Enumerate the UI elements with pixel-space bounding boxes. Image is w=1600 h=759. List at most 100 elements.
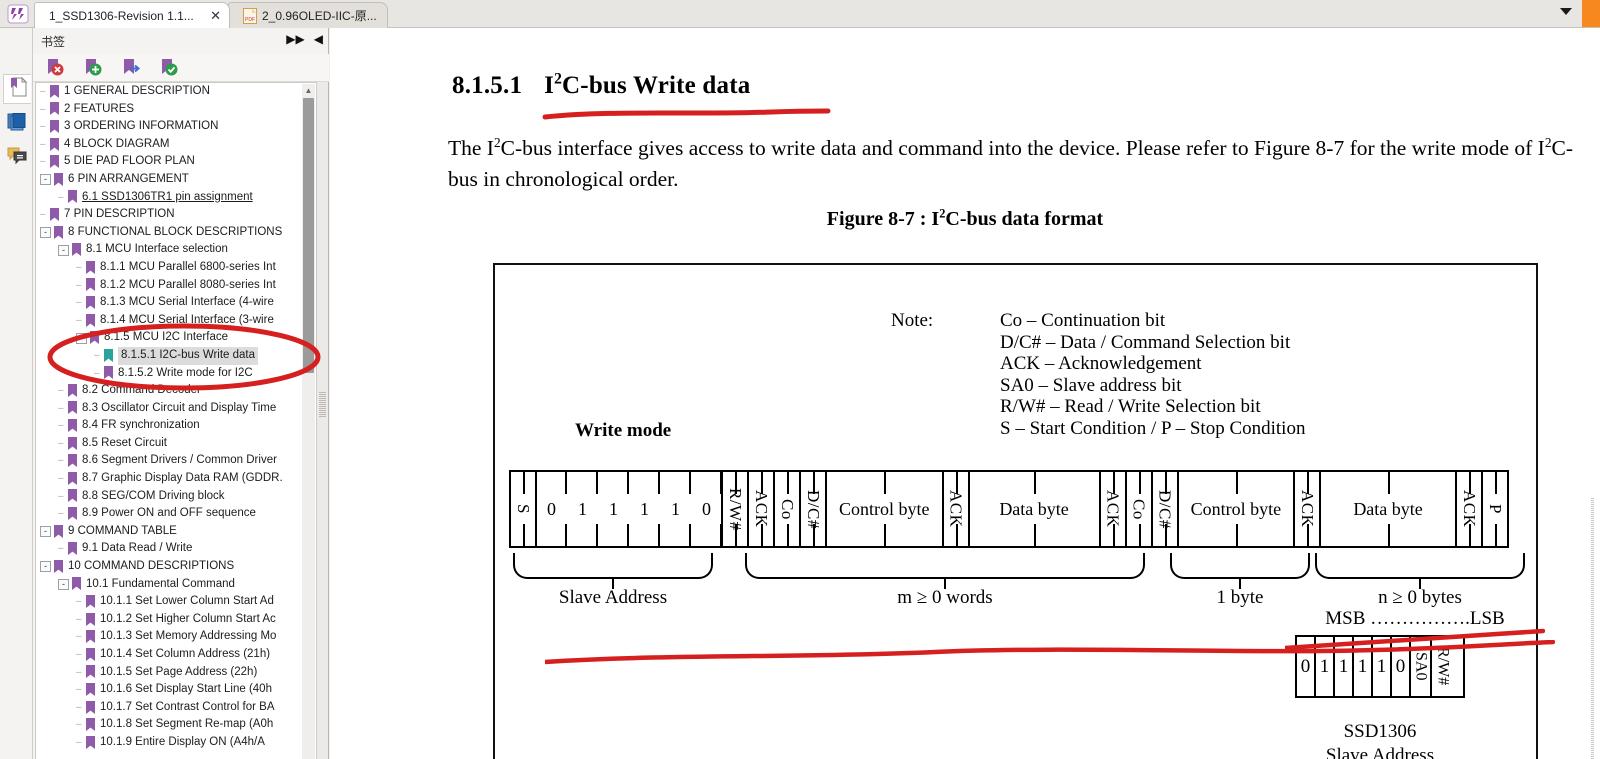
tree-toggle-icon[interactable]: -: [40, 174, 51, 186]
packet-field: ACK: [1457, 472, 1483, 546]
rail-item-pages[interactable]: [3, 108, 31, 138]
bookmark-delete-icon[interactable]: [45, 57, 67, 79]
bookmark-row[interactable]: – 8.1.5.2 Write mode for I2C: [36, 365, 316, 383]
rail-item-comments[interactable]: [3, 143, 31, 173]
bookmark-expand-icon[interactable]: [159, 57, 181, 79]
bookmark-flag-icon: [85, 647, 96, 662]
bookmark-row[interactable]: – 10.1.1 Set Lower Column Start Ad: [36, 593, 316, 611]
panel-splitter[interactable]: [317, 82, 328, 759]
bookmark-row[interactable]: – 8.1.4 MCU Serial Interface (3-wire: [36, 312, 316, 330]
tree-connector: –: [76, 719, 82, 731]
bookmark-label: 8.5 Reset Circuit: [82, 436, 168, 449]
tree-connector: –: [58, 490, 64, 502]
bookmarks-tree[interactable]: – 1 GENERAL DESCRIPTION – 2 FEATURES – 3 ORDE…: [35, 82, 317, 759]
packet-bit: 1: [598, 472, 629, 546]
bookmark-flag-icon: [53, 172, 64, 187]
tab-oled-iic[interactable]: PDF 2_0.96OLED-IIC-原...: [228, 2, 388, 28]
bookmark-row[interactable]: - 10 COMMAND DESCRIPTIONS: [36, 558, 316, 576]
slave-caption-line1: SSD1306: [1343, 721, 1417, 742]
bookmark-row[interactable]: – 8.5 Reset Circuit: [36, 435, 316, 453]
bookmark-row[interactable]: - 9 COMMAND TABLE: [36, 523, 316, 541]
packet-field: ACK: [944, 472, 970, 546]
bookmark-flag-icon: [67, 401, 78, 415]
bookmark-row[interactable]: – 8.1.3 MCU Serial Interface (4-wire: [36, 294, 316, 312]
bookmark-row[interactable]: – 10.1.8 Set Segment Re-map (A0h: [36, 716, 316, 734]
bookmark-flag-icon: [67, 190, 78, 204]
bookmark-label: 10.1.1 Set Lower Column Start Ad: [100, 595, 274, 608]
bookmark-row[interactable]: – 5 DIE PAD FLOOR PLAN: [36, 153, 316, 171]
bookmark-flag-icon: [85, 612, 96, 627]
tab-label: 2_0.96OLED-IIC-原...: [262, 9, 377, 23]
bookmark-row[interactable]: – 10.1.5 Set Page Address (22h): [36, 664, 316, 682]
bookmark-row[interactable]: – 4 BLOCK DIAGRAM: [36, 136, 316, 154]
page-heading: 8.1.5.1 I2C-bus Write data: [452, 71, 751, 100]
tree-toggle-icon[interactable]: -: [58, 244, 69, 256]
bookmark-flag-icon: [67, 489, 78, 503]
bookmark-row[interactable]: – 2 FEATURES: [36, 101, 316, 119]
bookmark-label: 1 GENERAL DESCRIPTION: [64, 85, 210, 97]
bookmark-row[interactable]: – 6.1 SSD1306TR1 pin assignment: [36, 189, 316, 207]
bookmark-flag-icon: [67, 436, 78, 451]
bookmark-add-icon[interactable]: [83, 57, 105, 79]
bookmark-goto-icon[interactable]: [121, 57, 143, 79]
tab-ssd1306-revision[interactable]: 1_SSD1306-Revision 1.1... ✕: [34, 2, 230, 28]
side-icon-rail: [0, 28, 33, 759]
brace: [1315, 553, 1525, 579]
bookmark-row[interactable]: – 8.8 SEG/COM Driving block: [36, 488, 316, 506]
heading-text-post: C-bus Write data: [562, 72, 751, 99]
bookmark-flag-icon: [85, 595, 96, 609]
bookmark-row[interactable]: – 3 ORDERING INFORMATION: [36, 118, 316, 136]
hide-panel-icon[interactable]: ◀: [314, 33, 323, 45]
svg-text:PDF: PDF: [245, 17, 255, 23]
bookmark-row[interactable]: – 10.1.2 Set Higher Column Start Ac: [36, 611, 316, 629]
packet-field: D/C#: [801, 472, 827, 546]
packet-bit: 0: [691, 472, 722, 546]
bookmark-row[interactable]: – 7 PIN DESCRIPTION: [36, 206, 316, 224]
tree-toggle-icon[interactable]: -: [76, 332, 87, 344]
scroll-up-icon[interactable]: ▲: [302, 84, 315, 97]
bookmarks-scrollbar[interactable]: ▲ ▼: [302, 84, 315, 759]
bookmark-row[interactable]: – 10.1.9 Entire Display ON (A4h/A: [36, 734, 316, 752]
close-icon[interactable]: ✕: [200, 9, 221, 22]
bookmark-row[interactable]: - 8.1.5 MCU I2C Interface: [36, 329, 316, 347]
bookmark-row[interactable]: - 6 PIN ARRANGEMENT: [36, 171, 316, 189]
bookmark-row[interactable]: – 8.4 FR synchronization: [36, 417, 316, 435]
bookmark-row[interactable]: – 8.6 Segment Drivers / Common Driver: [36, 452, 316, 470]
heading-number: 8.1.5.1: [452, 72, 523, 99]
bookmark-row[interactable]: – 10.1.4 Set Column Address (21h): [36, 646, 316, 664]
tree-toggle-icon[interactable]: -: [40, 526, 51, 538]
scrollbar-thumb[interactable]: [303, 98, 314, 373]
chevron-down-icon[interactable]: [1560, 8, 1572, 15]
rail-item-bookmarks[interactable]: [3, 74, 31, 104]
bookmark-row[interactable]: – 9.1 Data Read / Write: [36, 540, 316, 558]
bookmark-row[interactable]: - 10.1 Fundamental Command: [36, 576, 316, 594]
pdf-page-view[interactable]: 8.1.5.1 I2C-bus Write data The I2C-bus in…: [330, 28, 1600, 759]
bookmark-row[interactable]: – 8.2 Command Decoder: [36, 382, 316, 400]
bookmark-row[interactable]: – 8.1.1 MCU Parallel 6800-series Int: [36, 259, 316, 277]
bookmark-row[interactable]: – 8.7 Graphic Display Data RAM (GDDR.: [36, 470, 316, 488]
bookmark-row[interactable]: – 1 GENERAL DESCRIPTION: [36, 83, 316, 101]
tree-connector: –: [58, 455, 64, 467]
bookmark-row[interactable]: – 10.1.3 Set Memory Addressing Mo: [36, 628, 316, 646]
bookmark-row[interactable]: – 10.1.6 Set Display Start Line (40h: [36, 681, 316, 699]
bookmark-flag-icon: [49, 137, 60, 152]
splitter-grip[interactable]: [319, 392, 326, 418]
bookmark-row[interactable]: – 8.1.5.1 I2C-bus Write data: [36, 346, 316, 365]
bookmark-flag-icon: [85, 682, 96, 697]
tree-toggle-icon[interactable]: -: [40, 227, 51, 239]
bookmark-row[interactable]: – 8.1.2 MCU Parallel 8080-series Int: [36, 277, 316, 295]
bookmark-row[interactable]: – 10.1.7 Set Contrast Control for BA: [36, 699, 316, 717]
bookmark-label: 10.1.8 Set Segment Re-map (A0h: [100, 718, 274, 731]
paragraph-line2-a: the write mode of I: [1380, 136, 1545, 160]
bookmark-row[interactable]: - 8 FUNCTIONAL BLOCK DESCRIPTIONS: [36, 224, 316, 242]
bookmark-flag-icon: [49, 102, 60, 116]
comments-icon: [7, 147, 27, 170]
bookmark-row[interactable]: - 8.1 MCU Interface selection: [36, 241, 316, 259]
tree-toggle-icon[interactable]: -: [58, 578, 69, 590]
tree-toggle-icon[interactable]: -: [40, 561, 51, 573]
collapse-all-icon[interactable]: ▶▶: [286, 33, 304, 45]
bookmark-label: 8.1.2 MCU Parallel 8080-series Int: [100, 278, 276, 291]
bookmark-row[interactable]: – 8.9 Power ON and OFF sequence: [36, 505, 316, 523]
bookmark-flag-icon: [85, 295, 96, 310]
bookmark-row[interactable]: – 8.3 Oscillator Circuit and Display Time: [36, 400, 316, 418]
